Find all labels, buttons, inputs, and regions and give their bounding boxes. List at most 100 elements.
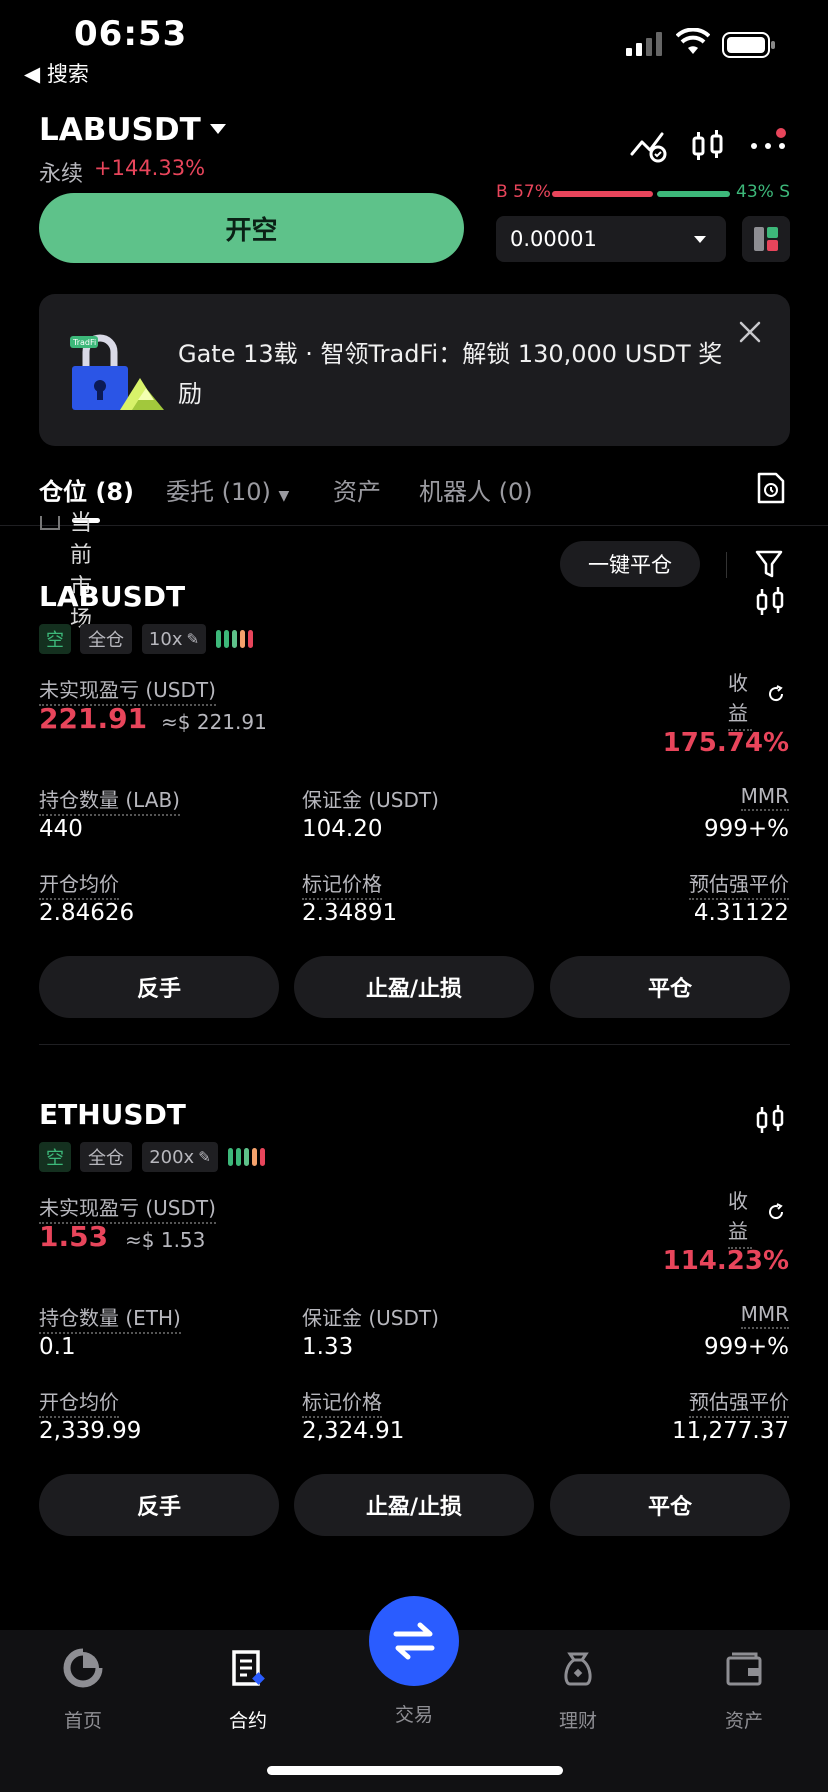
chevron-down-icon[interactable] <box>210 124 226 134</box>
nav-trade-label: 交易 <box>394 1704 433 1726</box>
contract-type: 永续 <box>39 162 84 187</box>
current-market-checkbox[interactable] <box>40 516 60 530</box>
tab-orders[interactable]: 委托 (10) ▼ <box>166 472 289 507</box>
finance-icon <box>564 1652 592 1686</box>
close-icon[interactable] <box>736 318 764 346</box>
side-badge: 空 <box>39 624 71 654</box>
refresh-icon[interactable] <box>766 1202 786 1222</box>
nav-trade[interactable]: 交易 <box>364 1700 464 1727</box>
lock-promo-icon: TradFi <box>70 334 164 410</box>
side-badge: 空 <box>39 1142 71 1172</box>
quantity-value: 0.1 <box>39 1334 76 1360</box>
margin-label: 保证金 (USDT) <box>302 1306 439 1330</box>
strategy-icon[interactable] <box>628 128 668 164</box>
open-short-button[interactable]: 开空 <box>39 193 464 263</box>
candlestick-chart-icon[interactable] <box>754 586 786 618</box>
margin-value: 104.20 <box>302 816 383 842</box>
tab-positions[interactable]: 仓位 (8) <box>39 472 134 507</box>
nav-contract[interactable]: 合约 <box>198 1648 298 1733</box>
refresh-icon[interactable] <box>766 684 786 704</box>
close-position-button[interactable]: 平仓 <box>550 956 790 1018</box>
filter-icon[interactable] <box>754 548 784 580</box>
chevron-down-icon: ▼ <box>278 488 290 504</box>
position-card: ETHUSDT 空 全仓 200x ✎ 未实现盈亏 (USDT) 1.53 ≈$… <box>0 1098 828 1618</box>
sell-ratio-bar <box>657 191 730 197</box>
layout-switch-icon[interactable] <box>742 216 790 262</box>
home-icon <box>63 1648 103 1688</box>
banner-text: Gate 13载 · 智领TradFi：解锁 130,000 USDT 奖励 <box>178 340 723 408</box>
leverage-value: 200x <box>149 1146 195 1168</box>
liq-price-label: 预估强平价 <box>689 1386 789 1418</box>
candlestick-chart-icon[interactable] <box>754 1104 786 1136</box>
mmr-value: 999+% <box>703 1334 789 1360</box>
leverage-value: 10x <box>148 628 183 650</box>
mark-price-label: 标记价格 <box>302 1386 382 1418</box>
reverse-button[interactable]: 反手 <box>39 1474 279 1536</box>
precision-select[interactable]: 0.00001 <box>496 216 726 262</box>
tab-bots[interactable]: 机器人 (0) <box>419 472 533 507</box>
buy-ratio-bar <box>552 191 653 197</box>
edit-icon: ✎ <box>198 1148 211 1166</box>
quantity-label: 持仓数量 (ETH) <box>39 1302 181 1334</box>
close-position-button[interactable]: 平仓 <box>550 1474 790 1536</box>
tab-divider <box>0 525 828 526</box>
pair-selector[interactable]: LABUSDT <box>39 112 201 148</box>
tab-orders-label: 委托 (10) <box>166 478 271 506</box>
entry-price-label: 开仓均价 <box>39 1386 119 1418</box>
banner-art-label: TradFi <box>72 338 96 347</box>
battery-icon <box>722 32 775 58</box>
position-symbol[interactable]: ETHUSDT <box>39 1098 186 1131</box>
nav-home-label: 首页 <box>63 1710 102 1732</box>
entry-price-value: 2,339.99 <box>39 1418 142 1444</box>
position-symbol[interactable]: LABUSDT <box>39 580 185 613</box>
back-to-search[interactable]: ◀ 搜索 <box>24 58 89 88</box>
nav-home[interactable]: 首页 <box>33 1648 133 1733</box>
swap-icon <box>393 1622 435 1660</box>
unrealized-pnl-value: 221.91 <box>39 702 148 735</box>
unrealized-pnl-usd: ≈$ 1.53 <box>125 1228 206 1252</box>
nav-contract-label: 合约 <box>228 1710 267 1732</box>
tp-sl-button[interactable]: 止盈/止损 <box>294 1474 534 1536</box>
adl-indicator <box>228 1148 265 1166</box>
reverse-button[interactable]: 反手 <box>39 956 279 1018</box>
candlestick-chart-icon[interactable] <box>688 128 728 164</box>
contract-icon <box>232 1650 265 1686</box>
adl-indicator <box>216 630 253 648</box>
leverage-badge[interactable]: 200x ✎ <box>142 1142 218 1172</box>
margin-mode-badge: 全仓 <box>80 1142 132 1172</box>
margin-mode-badge: 全仓 <box>80 624 132 654</box>
position-card: LABUSDT 空 全仓 10x ✎ 未实现盈亏 (USDT) 221.91 ≈… <box>0 580 828 1100</box>
nav-finance[interactable]: 理财 <box>528 1648 628 1733</box>
history-document-icon[interactable] <box>756 472 786 504</box>
tp-sl-button[interactable]: 止盈/止损 <box>294 956 534 1018</box>
mark-price-value: 2.34891 <box>302 900 398 926</box>
liq-price-label: 预估强平价 <box>689 868 789 900</box>
roe-label: 收益 <box>728 1186 752 1249</box>
quantity-label: 持仓数量 (LAB) <box>39 784 180 816</box>
leverage-badge[interactable]: 10x ✎ <box>142 624 206 654</box>
sell-ratio-label: 43% S <box>736 182 790 202</box>
mark-price-value: 2,324.91 <box>302 1418 405 1444</box>
liq-price-value: 4.31122 <box>693 900 789 926</box>
divider <box>726 552 727 578</box>
mark-price-label: 标记价格 <box>302 868 382 900</box>
status-time: 06:53 <box>74 14 188 54</box>
mmr-value: 999+% <box>703 816 789 842</box>
tab-assets[interactable]: 资产 <box>333 472 381 507</box>
unrealized-pnl-value: 1.53 <box>39 1220 109 1253</box>
notification-dot <box>776 128 786 138</box>
entry-price-label: 开仓均价 <box>39 868 119 900</box>
nav-finance-label: 理财 <box>558 1710 597 1732</box>
roe-label: 收益 <box>728 668 752 731</box>
cellular-signal-icon <box>626 32 662 56</box>
trade-fab-button[interactable] <box>369 1596 459 1686</box>
nav-assets[interactable]: 资产 <box>694 1648 794 1733</box>
quantity-value: 440 <box>39 816 83 842</box>
chevron-down-icon[interactable] <box>694 236 706 243</box>
roe-value: 175.74% <box>662 728 789 758</box>
nav-assets-label: 资产 <box>724 1710 763 1732</box>
card-divider <box>39 1044 790 1045</box>
buy-ratio-label: B 57% <box>496 182 551 202</box>
margin-value: 1.33 <box>302 1334 354 1360</box>
margin-label: 保证金 (USDT) <box>302 788 439 812</box>
